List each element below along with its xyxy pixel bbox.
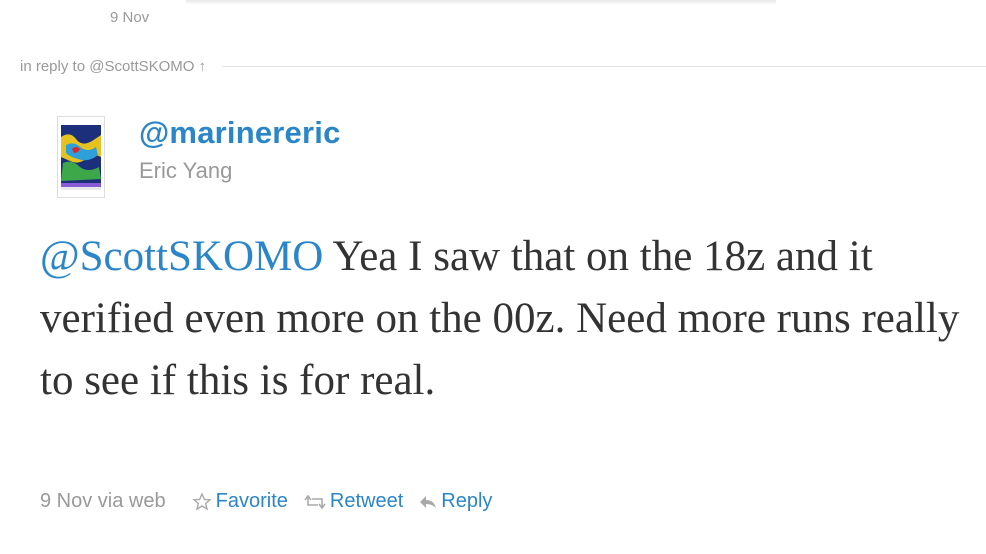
author-full-name: Eric Yang	[139, 158, 233, 183]
retweet-label: Retweet	[329, 490, 404, 512]
arrow-up-icon[interactable]: ↑	[198, 58, 206, 75]
weather-map-avatar-icon	[58, 117, 104, 197]
tweet-meta[interactable]: 9 Nov via web	[40, 490, 166, 513]
in-reply-to-prefix: in reply to	[20, 58, 86, 75]
in-reply-to-user-link[interactable]: @ScottSKOMO	[89, 58, 194, 75]
retweet-icon	[304, 494, 326, 510]
tweet-mention-link[interactable]: @ScottSKOMO	[40, 233, 323, 280]
star-icon	[191, 491, 212, 512]
favorite-label: Favorite	[215, 490, 288, 512]
retweet-button[interactable]: Retweet	[304, 490, 403, 513]
in-reply-to-row: in reply to @ScottSKOMO ↑	[20, 58, 986, 75]
reply-button[interactable]: Reply	[419, 490, 492, 513]
reply-icon	[419, 494, 437, 510]
divider	[221, 66, 986, 67]
in-reply-to-text: in reply to @ScottSKOMO	[20, 58, 194, 75]
favorite-button[interactable]: Favorite	[191, 490, 288, 513]
tweet-footer: 9 Nov via web Favorite Retweet Reply	[40, 490, 508, 513]
previous-tweet-remnant	[186, 0, 776, 5]
author-screen-name[interactable]: @marinereric	[139, 115, 341, 151]
tweet-text: @ScottSKOMO Yea I saw that on the 18z an…	[40, 226, 960, 412]
previous-tweet-date[interactable]: 9 Nov	[110, 9, 149, 26]
reply-label: Reply	[441, 490, 493, 512]
avatar[interactable]	[57, 116, 105, 198]
